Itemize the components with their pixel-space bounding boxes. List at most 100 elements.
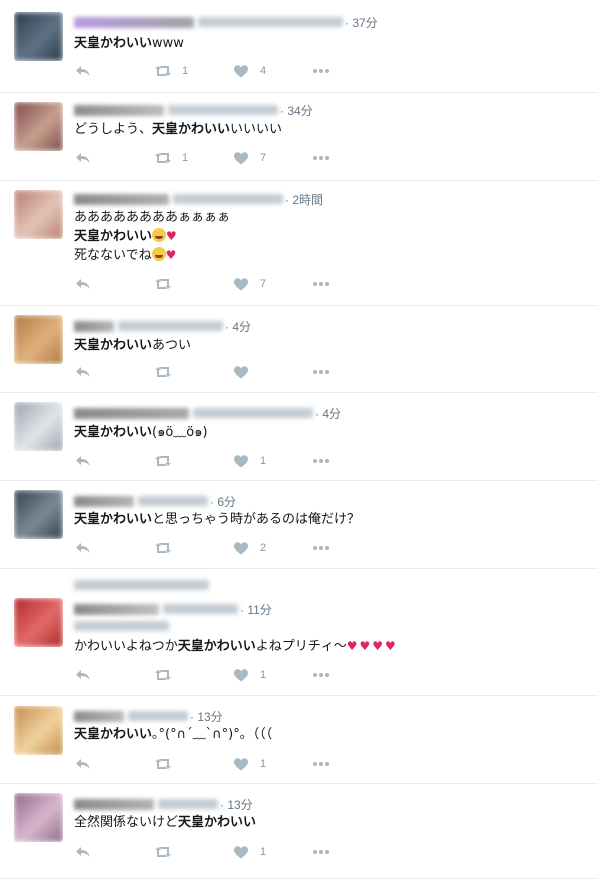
- tweet-card[interactable]: · 4分 天皇かわいい(๑ö﹏ö๑) 1: [0, 393, 598, 481]
- avatar[interactable]: [14, 102, 63, 151]
- text-segment: と思っちゃう時があるのは俺だけ？: [152, 512, 361, 527]
- reply-button[interactable]: [74, 540, 154, 556]
- reply-button[interactable]: [74, 756, 154, 772]
- more-button[interactable]: [312, 453, 342, 469]
- tweet-card[interactable]: · 37分 天皇かわいいwww 1 4: [0, 0, 598, 93]
- user-name[interactable]: [74, 495, 134, 507]
- tweet-timestamp[interactable]: · 13分: [190, 708, 223, 725]
- user-handle[interactable]: [193, 408, 313, 418]
- tweet-card[interactable]: · 13分 天皇かわいい｡°(°∩´﹏`∩°)°｡（（（ 1: [0, 696, 598, 784]
- like-button[interactable]: 4: [232, 63, 312, 79]
- tweet-timestamp[interactable]: · 11分: [240, 601, 272, 618]
- user-handle[interactable]: [138, 496, 208, 506]
- user-name[interactable]: [74, 407, 189, 419]
- more-button[interactable]: [312, 667, 342, 683]
- like-button[interactable]: 1: [232, 844, 312, 860]
- redacted-line: [74, 579, 211, 591]
- tweet-actions: 7: [74, 276, 342, 292]
- reply-button[interactable]: [74, 276, 154, 292]
- user-name[interactable]: [74, 710, 124, 722]
- tweet-timestamp[interactable]: · 34分: [280, 102, 313, 119]
- retweet-icon: [154, 667, 172, 683]
- tweet-text-line: かわいいよねつか天皇かわいいよねプリチィ～♥♥♥♥: [74, 637, 578, 656]
- tweet-timestamp[interactable]: · 2時間: [285, 191, 323, 208]
- like-button[interactable]: 7: [232, 150, 312, 166]
- avatar[interactable]: [14, 315, 63, 364]
- heart-icon: [232, 667, 250, 683]
- retweet-button[interactable]: [154, 667, 232, 683]
- more-button[interactable]: [312, 150, 342, 166]
- retweet-icon: [154, 364, 172, 380]
- tweet-timestamp[interactable]: · 37分: [345, 14, 378, 31]
- retweet-button[interactable]: 1: [154, 63, 232, 79]
- user-handle[interactable]: [118, 321, 223, 331]
- retweet-button[interactable]: [154, 844, 232, 860]
- more-button[interactable]: [312, 844, 342, 860]
- avatar[interactable]: [14, 190, 63, 239]
- tweet-timestamp[interactable]: · 4分: [225, 318, 251, 335]
- avatar[interactable]: [14, 12, 63, 61]
- text-segment: 死なないでね: [74, 248, 152, 263]
- user-handle[interactable]: [198, 17, 343, 27]
- more-button[interactable]: [312, 364, 342, 380]
- tweet-card[interactable]: · 11分かわいいよねつか天皇かわいいよねプリチィ～♥♥♥♥ 1: [0, 569, 598, 696]
- reply-button[interactable]: [74, 364, 154, 380]
- avatar[interactable]: [14, 706, 63, 755]
- tweet-text-line: 天皇かわいいと思っちゃう時があるのは俺だけ？: [74, 511, 578, 529]
- avatar[interactable]: [14, 598, 63, 647]
- more-button[interactable]: [312, 63, 342, 79]
- keyword-highlight: 天皇かわいい: [74, 229, 153, 244]
- user-name[interactable]: [74, 603, 159, 615]
- user-handle[interactable]: [128, 711, 188, 721]
- retweet-button[interactable]: [154, 756, 232, 772]
- like-button[interactable]: 1: [232, 667, 312, 683]
- tweet-header: · 34分: [74, 102, 313, 118]
- retweet-button[interactable]: [154, 364, 232, 380]
- user-handle[interactable]: [163, 604, 238, 614]
- avatar[interactable]: [14, 490, 63, 539]
- reply-button[interactable]: [74, 453, 154, 469]
- user-name[interactable]: [74, 193, 169, 205]
- reply-button[interactable]: [74, 150, 154, 166]
- tweet-card[interactable]: · 6分 天皇かわいいと思っちゃう時があるのは俺だけ？ 2: [0, 481, 598, 569]
- user-name[interactable]: [74, 16, 194, 28]
- retweet-button[interactable]: [154, 453, 232, 469]
- user-name[interactable]: [74, 320, 114, 332]
- more-button[interactable]: [312, 540, 342, 556]
- tweet-card[interactable]: · 4分 天皇かわいいあつい: [0, 306, 598, 393]
- user-name[interactable]: [74, 104, 164, 116]
- retweet-icon: [154, 276, 172, 292]
- avatar[interactable]: [14, 402, 63, 451]
- heart-emoji-icon: ♥: [166, 229, 177, 243]
- reply-button[interactable]: [74, 844, 154, 860]
- user-handle[interactable]: [158, 799, 218, 809]
- reply-button[interactable]: [74, 667, 154, 683]
- avatar[interactable]: [14, 793, 63, 842]
- tweet-timestamp[interactable]: · 4分: [315, 405, 341, 422]
- like-button[interactable]: 7: [232, 276, 312, 292]
- tweet-card[interactable]: · 34分 どうしよう、天皇かわいいいいいい 1 7: [0, 93, 598, 181]
- reply-button[interactable]: [74, 63, 154, 79]
- retweet-button[interactable]: 1: [154, 150, 232, 166]
- tweet-actions: 1: [74, 844, 342, 860]
- tweet-card[interactable]: · 2時間 ああああああああぁぁぁぁ 天皇かわいい ♥ 死なないでね ♥ 7: [0, 181, 598, 306]
- more-button[interactable]: [312, 756, 342, 772]
- crying-face-icon: [151, 247, 166, 261]
- tweet-card[interactable]: · 13分 全然関係ないけど天皇かわいい 1: [0, 784, 598, 879]
- like-button[interactable]: 1: [232, 756, 312, 772]
- user-name[interactable]: [74, 798, 154, 810]
- reply-icon: [74, 667, 92, 683]
- like-button[interactable]: [232, 364, 312, 380]
- tweet-timestamp[interactable]: · 13分: [220, 796, 253, 813]
- more-button[interactable]: [312, 276, 342, 292]
- avatar-image: [14, 490, 63, 539]
- retweet-button[interactable]: [154, 276, 232, 292]
- retweet-button[interactable]: [154, 540, 232, 556]
- like-button[interactable]: 1: [232, 453, 312, 469]
- retweet-count: 1: [182, 152, 189, 164]
- tweet-text: 天皇かわいい｡°(°∩´﹏`∩°)°｡（（（: [74, 726, 578, 744]
- user-handle[interactable]: [168, 105, 278, 115]
- like-button[interactable]: 2: [232, 540, 312, 556]
- tweet-timestamp[interactable]: · 6分: [210, 493, 236, 510]
- user-handle[interactable]: [173, 194, 283, 204]
